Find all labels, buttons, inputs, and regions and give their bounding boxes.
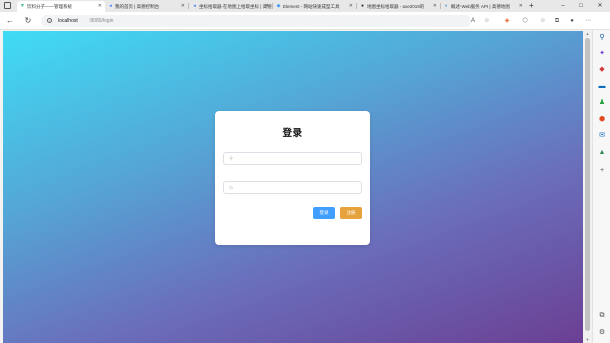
tab-strip: ▼ 饮料分子——管理系统 ✕ ◂ 我的首页 | 高德控制台 ✕ ◂ 坐标拾取器-… — [0, 0, 610, 12]
collections-icon[interactable]: ⧉ — [552, 15, 562, 27]
favorites-add-icon[interactable]: ☆ — [482, 15, 492, 27]
outlook-icon[interactable]: ✉ — [597, 131, 607, 141]
tab-title: 饮料分子——管理系统 — [27, 4, 72, 9]
scroll-down-icon[interactable]: ▼ — [583, 337, 592, 343]
minimize-button[interactable]: – — [557, 0, 569, 12]
sparkle-icon[interactable]: ✦ — [597, 49, 607, 59]
close-icon[interactable]: ✕ — [433, 1, 437, 12]
amap-icon: ◂ — [109, 3, 112, 9]
address-bar[interactable]: i localhost :8080/login — [41, 15, 471, 27]
browser-tab-1[interactable]: ◂ 我的首页 | 高德控制台 ✕ — [105, 1, 188, 12]
lock-icon: ◷ — [229, 185, 233, 190]
tree-icon[interactable]: ▲ — [597, 148, 607, 158]
tab-title: 坐标拾取器-在地图上拾取坐标 | 高德 — [199, 4, 272, 9]
edge-icon: ◐ — [444, 3, 449, 9]
browser-tab-2[interactable]: ◂ 坐标拾取器-在地图上拾取坐标 | 高德 ✕ — [189, 1, 272, 12]
browser-tab-5[interactable]: ◐ 概述-Web服务 API | 高德地图 ✕ — [441, 1, 526, 12]
info-icon[interactable]: i — [47, 18, 52, 23]
url-host: localhost — [58, 18, 78, 24]
browser-tab-0[interactable]: ▼ 饮料分子——管理系统 ✕ — [17, 1, 105, 12]
password-input[interactable] — [237, 182, 359, 193]
password-field[interactable]: ◷ — [223, 181, 362, 194]
amap-icon: ◂ — [193, 3, 196, 9]
tag-icon[interactable]: ◆ — [597, 65, 607, 75]
username-field[interactable]: ⚲ — [223, 152, 362, 165]
register-button[interactable]: 注册 — [340, 207, 362, 219]
workspaces-icon[interactable] — [4, 2, 11, 9]
close-icon[interactable]: ✕ — [181, 1, 185, 12]
games-icon[interactable]: ♟ — [597, 98, 607, 108]
search-icon[interactable]: ⚲ — [597, 33, 607, 43]
close-window-button[interactable]: ✕ — [594, 0, 606, 12]
username-input[interactable] — [237, 153, 359, 164]
element-icon: ◆ — [276, 3, 281, 9]
page-scrollbar[interactable]: ▲ ▼ — [583, 31, 592, 343]
add-icon[interactable]: + — [597, 166, 607, 176]
vue-icon: ▼ — [20, 3, 25, 9]
tab-title: 我的首页 | 高德控制台 — [115, 4, 160, 9]
tab-title: Element - 网站快速成型工具 — [283, 4, 340, 9]
scroll-up-icon[interactable]: ▲ — [583, 31, 592, 37]
extensions-icon[interactable]: ⬡ — [520, 15, 530, 27]
brave-shield-icon[interactable]: ◈ — [502, 15, 512, 27]
profile-avatar[interactable]: ● — [567, 15, 577, 27]
favorites-icon[interactable]: ☆ — [538, 15, 548, 27]
login-title: 登录 — [282, 128, 303, 139]
read-aloud-icon[interactable]: A — [468, 15, 478, 27]
maximize-button[interactable]: □ — [575, 0, 587, 12]
tab-title: 地图坐标拾取器 - axe2019的 — [367, 4, 425, 9]
close-icon[interactable]: ✕ — [265, 1, 269, 12]
browser-toolbar: ← ↻ i localhost :8080/login A ☆ ◈ ⬡ ☆ ⧉ … — [0, 12, 610, 30]
browser-tab-4[interactable]: ● 地图坐标拾取器 - axe2019的 ✕ — [357, 1, 440, 12]
browser-tab-3[interactable]: ◆ Element - 网站快速成型工具 ✕ — [273, 1, 356, 12]
close-icon[interactable]: ✕ — [98, 1, 102, 12]
close-icon[interactable]: ✕ — [519, 1, 523, 12]
settings-icon[interactable]: ⚙ — [597, 328, 607, 338]
new-tab-button[interactable]: + — [529, 1, 534, 11]
edge-sidebar: ⚲ ✦ ◆ ▬ ♟ ⬢ ✉ ▲ + ⧉ ⚙ — [592, 30, 610, 343]
refresh-icon[interactable]: ↻ — [22, 15, 34, 27]
login-card: 登录 ⚲ ◷ 登录 注册 — [215, 111, 370, 245]
office-icon[interactable]: ⬢ — [597, 115, 607, 125]
close-icon[interactable]: ✕ — [349, 1, 353, 12]
url-path: :8080/login — [89, 18, 114, 24]
login-button[interactable]: 登录 — [313, 207, 335, 219]
scroll-thumb[interactable] — [585, 38, 590, 331]
more-menu-icon[interactable]: ⋯ — [583, 15, 593, 27]
tab-title: 概述-Web服务 API | 高德地图 — [451, 4, 510, 9]
user-icon: ⚲ — [229, 156, 233, 161]
screenshot-icon[interactable]: ⧉ — [597, 311, 607, 321]
back-icon[interactable]: ← — [4, 15, 16, 27]
briefcase-icon[interactable]: ▬ — [597, 82, 607, 92]
login-page: 登录 ⚲ ◷ 登录 注册 — [3, 31, 583, 343]
github-icon: ● — [360, 3, 365, 9]
